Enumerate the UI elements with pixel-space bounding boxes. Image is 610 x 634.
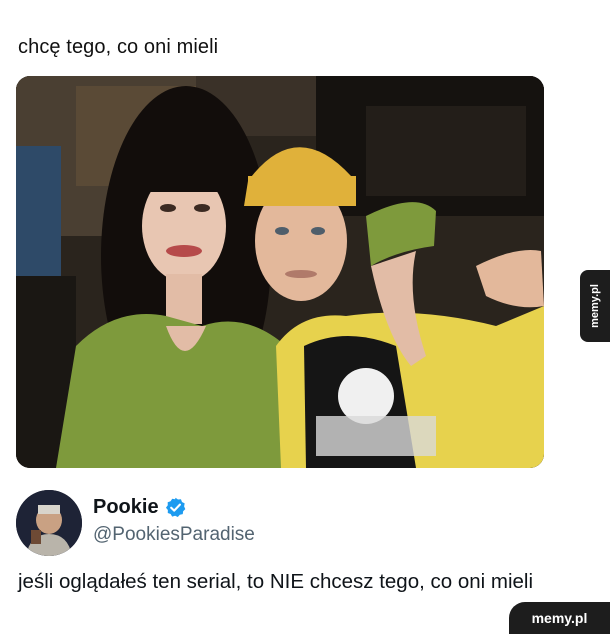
avatar[interactable]: [16, 490, 82, 556]
corner-watermark-logo[interactable]: memy.pl: [509, 602, 610, 634]
user-handle[interactable]: @PookiesParadise: [93, 524, 255, 546]
side-watermark-tab[interactable]: memy.pl: [580, 270, 610, 342]
tweet-text: jeśli oglądałeś ten serial, to NIE chces…: [18, 570, 534, 593]
side-watermark-label: memy.pl: [589, 284, 601, 328]
meme-photo: [16, 76, 544, 468]
display-name[interactable]: Pookie: [93, 496, 159, 519]
display-name-row: Pookie: [93, 496, 186, 519]
meme-caption: chcę tego, co oni mieli: [18, 36, 219, 58]
verified-badge-icon: [165, 497, 186, 518]
corner-watermark-label: memy.pl: [531, 610, 588, 626]
photo-illustration: [16, 76, 544, 468]
avatar-image: [16, 490, 82, 556]
